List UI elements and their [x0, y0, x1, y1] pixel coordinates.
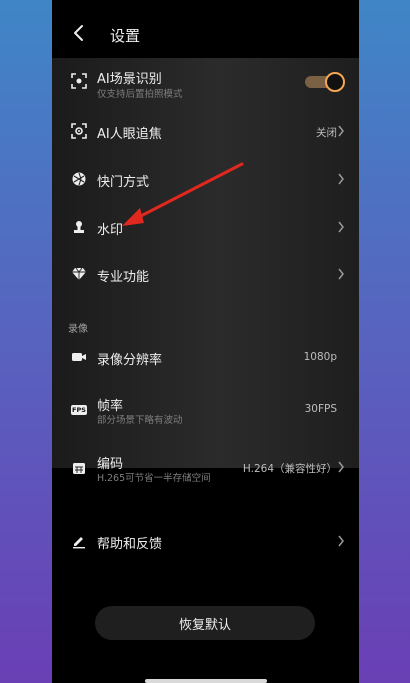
- setting-label: 专业功能: [97, 270, 150, 285]
- reset-defaults-button[interactable]: 恢复默认: [95, 606, 315, 640]
- setting-watermark[interactable]: 水印: [52, 214, 359, 240]
- chevron-right-icon: [338, 173, 344, 185]
- back-button[interactable]: [68, 18, 88, 48]
- codec-icon: [70, 459, 88, 477]
- setting-value: 1080p: [303, 351, 337, 363]
- section-title-video: 录像: [68, 324, 88, 335]
- diamond-icon: [70, 265, 88, 283]
- chevron-right-icon: [338, 221, 344, 233]
- setting-frame-rate[interactable]: FPS 帧率 部分场景下略有波动 30FPS: [52, 394, 359, 428]
- setting-label: 帮助和反馈: [97, 537, 163, 552]
- setting-value: 关闭: [316, 127, 337, 139]
- video-camera-icon: [70, 348, 88, 366]
- setting-codec[interactable]: 编码 H.265可节省一半存储空间 H.264（兼容性好）: [52, 452, 359, 486]
- shutter-icon: [70, 170, 88, 188]
- setting-video-resolution[interactable]: 录像分辨率 1080p: [52, 344, 359, 370]
- edit-icon: [70, 532, 88, 550]
- setting-subtitle: H.265可节省一半存储空间: [97, 473, 211, 484]
- chevron-right-icon: [338, 125, 344, 137]
- scene-recognition-icon: [70, 72, 88, 90]
- setting-label: AI场景识别: [97, 72, 162, 87]
- setting-value: 30FPS: [304, 403, 337, 415]
- toggle-knob: [325, 72, 345, 92]
- fps-icon-text: FPS: [71, 405, 87, 415]
- chevron-right-icon: [338, 268, 344, 280]
- setting-label: AI人眼追焦: [97, 127, 162, 142]
- setting-label: 录像分辨率: [97, 353, 163, 368]
- eye-focus-icon: [70, 122, 88, 140]
- settings-screen: 设置 AI场景识别 仅支持后置拍照模式 AI人眼追焦 关闭 快门方式 水印 专业…: [52, 0, 359, 683]
- home-indicator: [145, 679, 267, 683]
- page-title: 设置: [110, 27, 141, 45]
- setting-shutter[interactable]: 快门方式: [52, 166, 359, 192]
- chevron-right-icon: [338, 461, 344, 473]
- watermark-icon: [70, 218, 88, 236]
- chevron-left-icon: [74, 25, 83, 41]
- setting-help-feedback[interactable]: 帮助和反馈: [52, 528, 359, 554]
- setting-eye-focus[interactable]: AI人眼追焦 关闭: [52, 118, 359, 144]
- ai-scene-toggle[interactable]: [305, 72, 345, 92]
- setting-ai-scene[interactable]: AI场景识别 仅支持后置拍照模式: [52, 64, 359, 104]
- setting-subtitle: 仅支持后置拍照模式: [97, 89, 183, 100]
- header: 设置: [52, 0, 359, 58]
- chevron-right-icon: [338, 535, 344, 547]
- setting-label: 水印: [97, 223, 124, 238]
- setting-subtitle: 部分场景下略有波动: [97, 415, 183, 426]
- fps-icon: FPS: [70, 401, 88, 419]
- setting-value: H.264（兼容性好）: [242, 463, 337, 475]
- setting-label: 快门方式: [97, 175, 150, 190]
- setting-pro-features[interactable]: 专业功能: [52, 261, 359, 287]
